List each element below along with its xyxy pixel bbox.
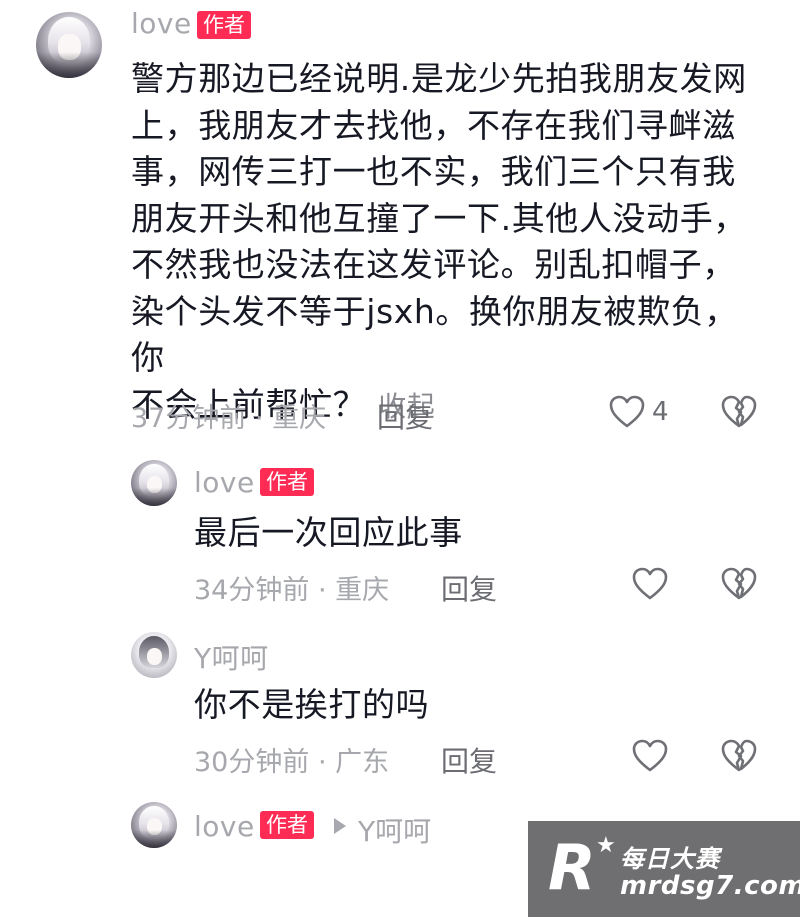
avatar[interactable] xyxy=(131,460,177,506)
heart-icon[interactable] xyxy=(609,395,645,429)
avatar[interactable] xyxy=(36,12,102,78)
comment-text: 警方那边已经说明.是龙少先拍我朋友发网 上，我朋友才去找他，不存在我们寻衅滋 事… xyxy=(131,56,771,430)
reply-to-username[interactable]: Y呵呵 xyxy=(358,810,431,850)
comment-meta: 37分钟前 · 重庆 xyxy=(131,403,327,434)
heart-icon[interactable] xyxy=(632,739,668,773)
comment-text: 你不是挨打的吗 xyxy=(194,685,430,724)
broken-heart-icon[interactable] xyxy=(721,567,757,601)
watermark-url: mrdsg7.com xyxy=(620,871,800,901)
reply-button[interactable]: 回复 xyxy=(441,568,497,608)
heart-icon[interactable] xyxy=(632,567,668,601)
author-badge: 作者 xyxy=(197,11,251,39)
star-icon: ★ xyxy=(596,833,616,858)
author-badge: 作者 xyxy=(260,468,314,496)
comment-meta: 34分钟前 · 重庆 xyxy=(194,575,390,606)
broken-heart-icon[interactable] xyxy=(721,739,757,773)
reply-button[interactable]: 回复 xyxy=(441,740,497,780)
comment-meta: 30分钟前 · 广东 xyxy=(194,747,390,778)
avatar[interactable] xyxy=(131,632,177,678)
avatar-shade xyxy=(131,487,177,506)
avatar[interactable] xyxy=(131,802,177,848)
comment-username[interactable]: love xyxy=(194,810,255,843)
comment-text-line: 不然我也没法在这发评论。别乱扣帽子， xyxy=(131,245,736,284)
watermark: R ★ 每日大赛 mrdsg7.com xyxy=(528,821,800,917)
comment-text-line: 事，网传三打一也不实，我们三个只有我 xyxy=(131,152,736,191)
comment-text-line: 朋友开头和他互撞了一下.其他人没动手， xyxy=(131,198,747,238)
comment-text: 最后一次回应此事 xyxy=(194,513,463,552)
avatar-shade xyxy=(36,51,102,78)
like-count: 4 xyxy=(652,397,669,427)
comment-username[interactable]: love xyxy=(194,466,255,499)
watermark-logo: R xyxy=(548,831,596,904)
reply-arrow-icon xyxy=(334,818,346,834)
avatar-face xyxy=(146,647,163,666)
watermark-name: 每日大赛 xyxy=(620,845,720,873)
reply-button[interactable]: 回复 xyxy=(377,396,433,436)
broken-heart-icon[interactable] xyxy=(721,395,757,429)
comment-text-line: 上，我朋友才去找他，不存在我们寻衅滋 xyxy=(131,105,736,145)
comment-text-line: 警方那边已经说明.是龙少先拍我朋友发网 xyxy=(131,59,747,98)
comment-username[interactable]: Y呵呵 xyxy=(194,637,269,677)
comment-username[interactable]: love xyxy=(131,7,192,40)
comment-text-line: 染个头发不等于jsxh。换你朋友被欺负，你 xyxy=(131,291,738,378)
avatar-shade xyxy=(131,829,177,848)
author-badge: 作者 xyxy=(260,811,314,839)
